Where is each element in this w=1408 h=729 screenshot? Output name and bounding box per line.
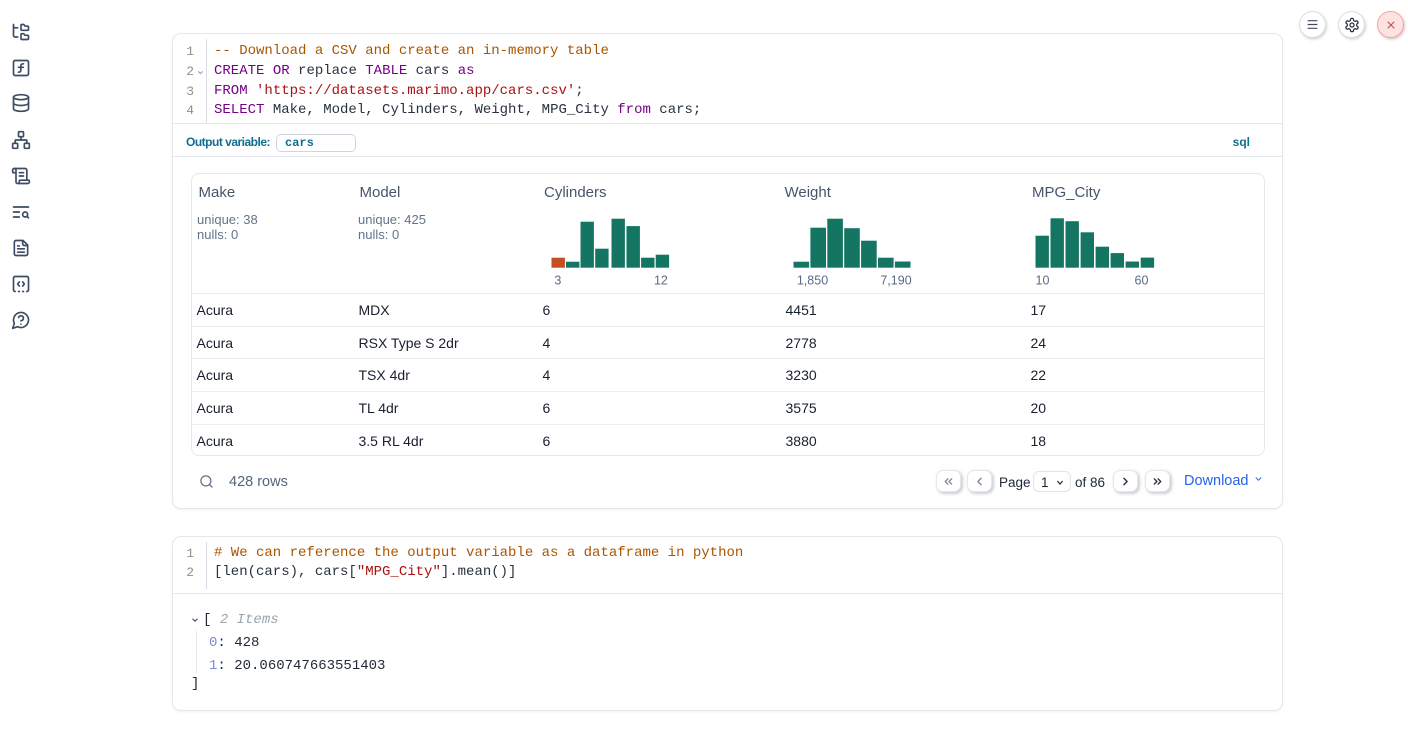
svg-text:3: 3	[554, 273, 561, 287]
svg-text:60: 60	[1134, 273, 1148, 287]
svg-text:1,850: 1,850	[797, 273, 828, 287]
svg-text:10: 10	[1035, 273, 1049, 287]
svg-text:12: 12	[653, 273, 667, 287]
svg-text:7,190: 7,190	[880, 273, 911, 287]
